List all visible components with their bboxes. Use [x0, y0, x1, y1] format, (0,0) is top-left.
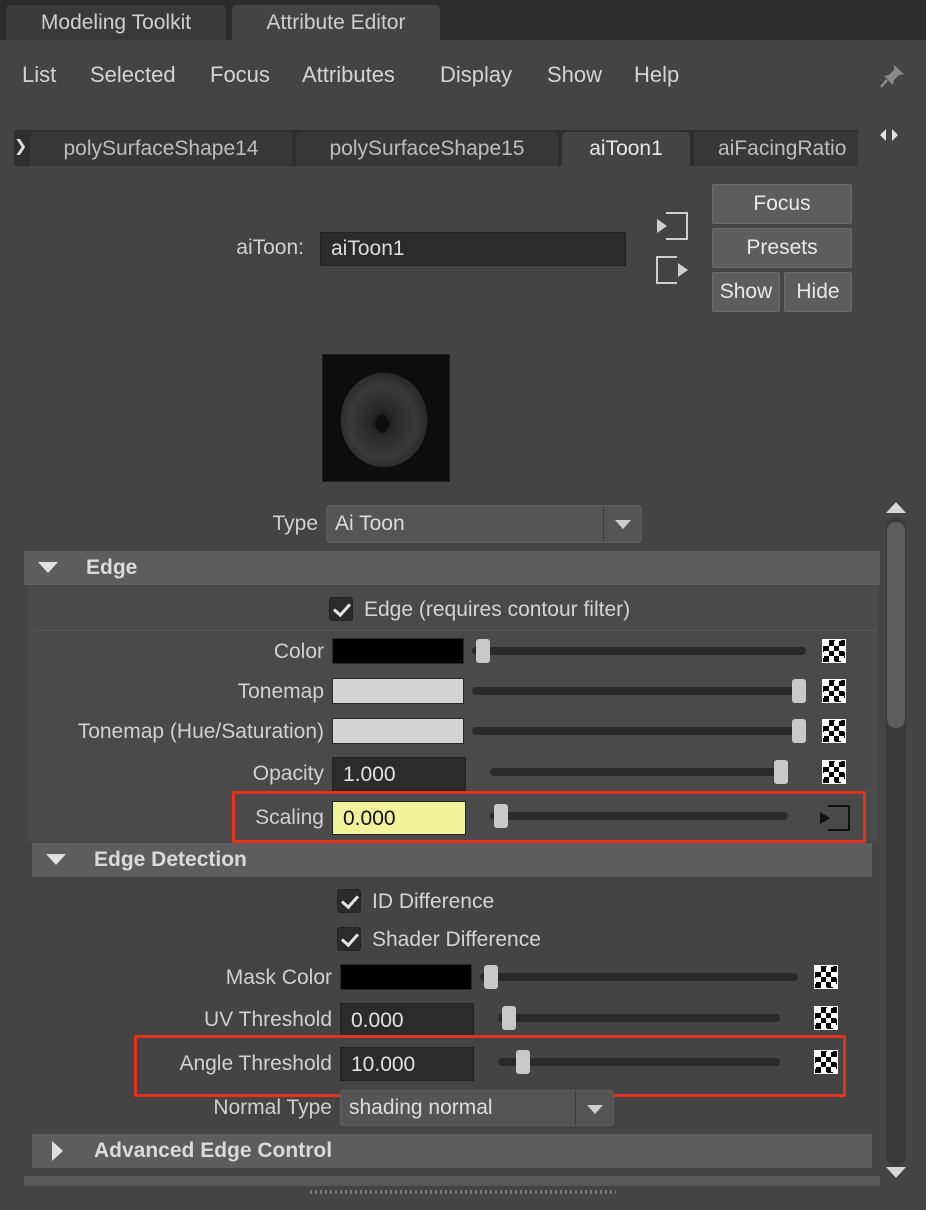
opacity-label: Opacity — [252, 762, 324, 785]
material-swatch-preview — [322, 354, 450, 482]
id-difference-checkbox[interactable] — [337, 889, 361, 913]
advanced-edge-control-header[interactable]: Advanced Edge Control — [32, 1134, 872, 1168]
opacity-field[interactable]: 1.000 — [332, 757, 466, 791]
vertical-scrollbar[interactable] — [884, 500, 908, 1184]
edge-checkbox[interactable] — [329, 597, 353, 621]
tab-aitoon1[interactable]: aiToon1 — [562, 132, 690, 166]
panel-tab-bar: Modeling Toolkit Attribute Editor — [0, 0, 926, 40]
tab-polysurfaceshape14[interactable]: polySurfaceShape14 — [30, 132, 292, 166]
divider — [34, 630, 878, 631]
type-label: Type — [272, 512, 318, 535]
tonemap-slider-track[interactable] — [472, 687, 806, 695]
tab-polysurfaceshape15[interactable]: polySurfaceShape15 — [296, 132, 558, 166]
edge-detection-section-header[interactable]: Edge Detection — [32, 843, 872, 877]
tonemap-hs-swatch[interactable] — [332, 718, 464, 744]
menu-display[interactable]: Display — [440, 62, 512, 88]
map-texture-icon[interactable] — [822, 679, 846, 703]
collapse-triangle-icon — [46, 854, 66, 865]
uv-threshold-slider-handle[interactable] — [502, 1006, 516, 1030]
color-swatch[interactable] — [332, 638, 464, 664]
focus-button[interactable]: Focus — [712, 184, 852, 224]
node-type-label: aiToon: — [236, 236, 304, 259]
menu-selected[interactable]: Selected — [90, 62, 176, 88]
edge-section-title: Edge — [86, 556, 138, 579]
tonemap-slider-handle[interactable] — [792, 679, 806, 703]
normal-type-dropdown[interactable]: shading normal — [340, 1090, 614, 1126]
input-connection-icon[interactable] — [654, 210, 690, 242]
expand-triangle-icon — [52, 1141, 63, 1161]
shader-difference-checkbox[interactable] — [337, 927, 361, 951]
menu-focus[interactable]: Focus — [210, 62, 270, 88]
resize-handle[interactable] — [310, 1190, 616, 1194]
tab-modeling-toolkit[interactable]: Modeling Toolkit — [6, 5, 226, 40]
output-connection-icon[interactable] — [654, 254, 690, 286]
map-texture-icon[interactable] — [822, 760, 846, 784]
map-texture-icon[interactable] — [814, 965, 838, 989]
color-slider-track[interactable] — [472, 647, 806, 655]
edge-section-header[interactable]: Edge — [24, 551, 880, 585]
opacity-slider-track[interactable] — [490, 768, 788, 776]
mask-color-slider-track[interactable] — [480, 973, 798, 981]
id-difference-label: ID Difference — [372, 890, 495, 913]
menu-show[interactable]: Show — [547, 62, 602, 88]
uv-threshold-label: UV Threshold — [203, 1008, 332, 1031]
tonemap-hs-slider-track[interactable] — [472, 727, 806, 735]
dropdown-arrow-icon — [575, 1091, 613, 1125]
menu-attributes[interactable]: Attributes — [302, 62, 395, 88]
tonemap-swatch[interactable] — [332, 678, 464, 704]
node-name-field[interactable]: aiToon1 — [320, 232, 626, 266]
node-tab-bar: ❯ polySurfaceShape14 polySurfaceShape15 … — [14, 130, 858, 166]
mask-color-label: Mask Color — [225, 966, 332, 989]
annotation-highlight-box — [232, 791, 866, 843]
tab-attribute-editor[interactable]: Attribute Editor — [232, 5, 440, 40]
map-texture-icon[interactable] — [822, 639, 846, 663]
tonemap-hs-label: Tonemap (Hue/Saturation) — [77, 720, 324, 743]
tab-aifacingratio[interactable]: aiFacingRatio — [694, 132, 858, 166]
scrollbar-thumb[interactable] — [887, 522, 905, 728]
collapse-triangle-icon — [38, 562, 58, 573]
tab-scroll-left-icon[interactable]: ❯ — [14, 136, 27, 156]
edge-checkbox-label: Edge (requires contour filter) — [364, 598, 631, 621]
presets-button[interactable]: Presets — [712, 228, 852, 268]
opacity-slider-handle[interactable] — [774, 760, 788, 784]
edge-detection-section-title: Edge Detection — [94, 848, 247, 871]
tab-nav-arrows-icon[interactable] — [878, 126, 902, 146]
mask-color-slider-handle[interactable] — [484, 965, 498, 989]
tonemap-label: Tonemap — [237, 680, 324, 703]
map-texture-icon[interactable] — [814, 1006, 838, 1030]
menu-help[interactable]: Help — [634, 62, 679, 88]
scroll-down-icon[interactable] — [886, 1167, 906, 1178]
uv-threshold-slider-track[interactable] — [498, 1014, 780, 1022]
hide-button[interactable]: Hide — [784, 272, 852, 312]
tonemap-hs-slider-handle[interactable] — [792, 719, 806, 743]
color-label: Color — [273, 640, 324, 663]
color-slider-handle[interactable] — [476, 639, 490, 663]
shader-difference-label: Shader Difference — [372, 928, 541, 951]
annotation-highlight-box — [134, 1035, 846, 1097]
menu-list[interactable]: List — [22, 62, 56, 88]
show-button[interactable]: Show — [712, 272, 780, 312]
scroll-up-icon[interactable] — [886, 502, 906, 513]
type-value: Ai Toon — [335, 512, 405, 535]
mask-color-swatch[interactable] — [340, 964, 472, 990]
dropdown-arrow-icon — [603, 506, 641, 542]
normal-type-label: Normal Type — [213, 1096, 332, 1119]
advanced-edge-control-title: Advanced Edge Control — [94, 1139, 333, 1162]
type-dropdown[interactable]: Ai Toon — [326, 505, 642, 543]
map-texture-icon[interactable] — [822, 719, 846, 743]
normal-type-value: shading normal — [349, 1096, 493, 1119]
next-section-header-edge — [24, 1176, 880, 1186]
uv-threshold-field[interactable]: 0.000 — [340, 1003, 474, 1037]
pin-icon[interactable] — [878, 62, 908, 90]
